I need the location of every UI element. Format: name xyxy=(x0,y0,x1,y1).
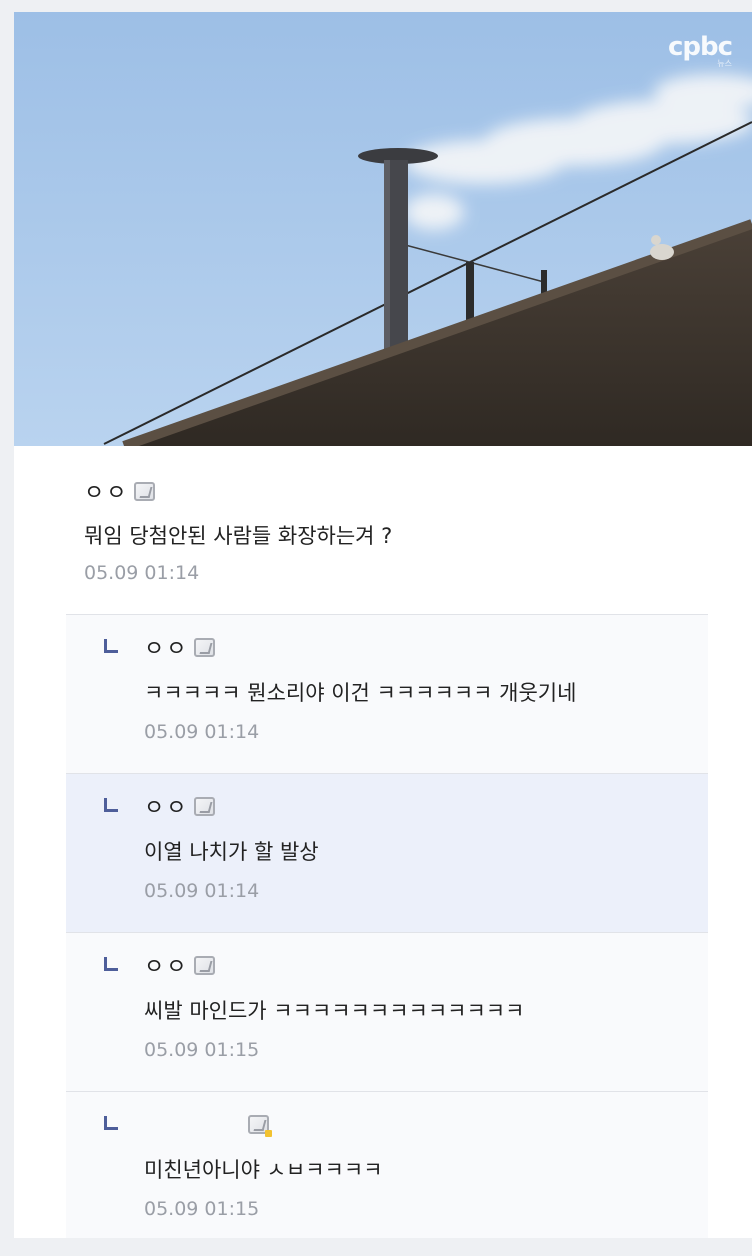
user-badge-icon xyxy=(194,796,216,816)
reply-timestamp: 05.09 01:14 xyxy=(144,880,260,902)
reply-list: ㅇㅇ ㅋㅋㅋㅋㅋ 뭔소리야 이건 ㅋㅋㅋㅋㅋㅋ 개웃기네 05.09 01:14… xyxy=(66,614,708,1238)
author-nickname[interactable]: ㅇㅇ xyxy=(144,790,188,822)
post-card: cpbc 뉴스 ㅇㅇ 뭐임 당첨안된 사람들 화장하는겨 ? 05.09 01:… xyxy=(14,12,752,1238)
reply-text: 미친년아니야 ㅅㅂㅋㅋㅋㅋ xyxy=(144,1158,383,1182)
comment-timestamp: 05.09 01:14 xyxy=(84,562,200,584)
reply-timestamp: 05.09 01:15 xyxy=(144,1039,260,1061)
author-nickname[interactable]: ㅇㅇ xyxy=(144,949,188,981)
user-badge-icon xyxy=(248,1114,272,1137)
user-badge-icon xyxy=(194,637,216,657)
reply-text: ㅋㅋㅋㅋㅋ 뭔소리야 이건 ㅋㅋㅋㅋㅋㅋ 개웃기네 xyxy=(144,681,577,705)
user-badge-icon xyxy=(194,955,216,975)
reply-arrow-icon xyxy=(104,639,118,653)
reply-author: ㅇㅇ xyxy=(144,949,704,981)
reply-text: 이열 나치가 할 발상 xyxy=(144,840,319,864)
reply-timestamp: 05.09 01:15 xyxy=(144,1198,260,1220)
comment-text: 뭐임 당첨안된 사람들 화장하는겨 ? xyxy=(84,524,393,548)
reply-text: 씨발 마인드가 ㅋㅋㅋㅋㅋㅋㅋㅋㅋㅋㅋㅋㅋ xyxy=(144,999,525,1023)
chimney-photo xyxy=(14,12,752,446)
reply-timestamp: 05.09 01:14 xyxy=(144,721,260,743)
watermark-subtext: 뉴스 xyxy=(717,59,732,68)
reply-author: ㅇㅇ xyxy=(144,631,704,663)
reply-item: ㅇㅇ 씨발 마인드가 ㅋㅋㅋㅋㅋㅋㅋㅋㅋㅋㅋㅋㅋ 05.09 01:15 xyxy=(66,932,708,1091)
comment-author: ㅇㅇ xyxy=(84,474,724,508)
reply-item: ㅇㅇ 이열 나치가 할 발상 05.09 01:14 xyxy=(66,773,708,932)
reply-arrow-icon xyxy=(104,798,118,812)
post-image[interactable]: cpbc 뉴스 xyxy=(14,12,752,446)
user-badge-icon xyxy=(134,481,156,501)
author-nickname[interactable]: ㅇㅇ xyxy=(84,475,128,507)
comment: ㅇㅇ 뭐임 당첨안된 사람들 화장하는겨 ? 05.09 01:14 xyxy=(84,474,724,588)
reply-item: ㅇㅇ ㅋㅋㅋㅋㅋ 뭔소리야 이건 ㅋㅋㅋㅋㅋㅋ 개웃기네 05.09 01:14 xyxy=(66,614,708,773)
reply-arrow-icon xyxy=(104,1116,118,1130)
reply-author xyxy=(144,1108,704,1140)
broadcaster-watermark: cpbc 뉴스 xyxy=(668,32,733,69)
reply-arrow-icon xyxy=(104,957,118,971)
reply-author: ㅇㅇ xyxy=(144,790,704,822)
reply-item: 미친년아니야 ㅅㅂㅋㅋㅋㅋ 05.09 01:15 xyxy=(66,1091,708,1238)
author-nickname[interactable]: ㅇㅇ xyxy=(144,631,188,663)
